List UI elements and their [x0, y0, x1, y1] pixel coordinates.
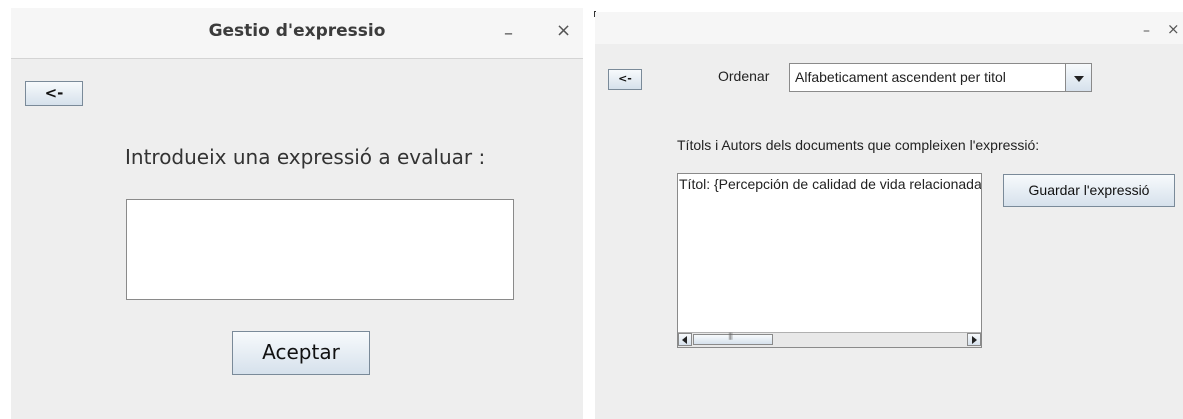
expression-prompt: Introdueix una expressió a evaluar :: [125, 145, 486, 169]
scroll-left-icon[interactable]: [678, 333, 692, 346]
order-selected-value: Alfabeticament ascendent per titol: [795, 69, 1006, 85]
chevron-down-icon[interactable]: [1065, 64, 1091, 91]
results-label: Títols i Autors dels documents que compl…: [677, 137, 1040, 153]
title-bar[interactable]: Gestio d'expressio – ×: [11, 8, 583, 59]
title-bar[interactable]: – ×: [595, 12, 1183, 44]
order-label: Ordenar: [718, 68, 770, 84]
minimize-icon[interactable]: –: [1143, 22, 1150, 40]
results-text: Títol: {Percepción de calidad de vida re…: [679, 176, 982, 192]
accept-button[interactable]: Aceptar: [232, 331, 370, 375]
back-button[interactable]: <-: [25, 81, 83, 106]
results-text-area[interactable]: Títol: {Percepción de calidad de vida re…: [677, 173, 982, 348]
close-icon[interactable]: ×: [556, 22, 571, 40]
scrollbar-thumb[interactable]: [693, 332, 773, 345]
expression-input[interactable]: [126, 199, 514, 300]
expression-window: Gestio d'expressio – × <- Introdueix una…: [11, 8, 583, 419]
scroll-right-icon[interactable]: [967, 333, 981, 346]
order-select[interactable]: Alfabeticament ascendent per titol: [789, 63, 1092, 92]
close-icon[interactable]: ×: [1167, 20, 1180, 38]
save-expression-button[interactable]: Guardar l'expressió: [1003, 174, 1175, 207]
horizontal-scrollbar[interactable]: [678, 332, 981, 347]
results-window: – × <- Ordenar Alfabeticament ascendent …: [595, 12, 1183, 419]
back-button[interactable]: <-: [608, 69, 642, 90]
minimize-icon[interactable]: –: [504, 25, 513, 43]
window-title: Gestio d'expressio: [208, 21, 386, 41]
